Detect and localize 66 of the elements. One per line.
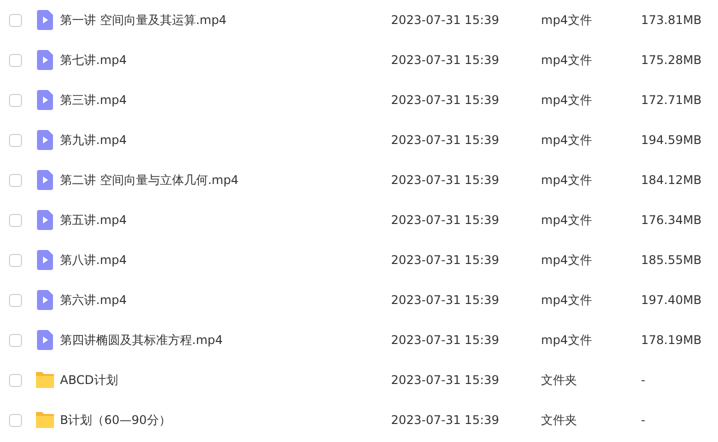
file-name[interactable]: B计划（60—90分） xyxy=(60,411,391,429)
checkbox[interactable] xyxy=(8,294,22,306)
modified-date: 2023-07-31 15:39 xyxy=(391,132,500,149)
file-size: 194.59MB xyxy=(641,132,702,149)
file-size: 178.19MB xyxy=(641,332,702,349)
modified-date: 2023-07-31 15:39 xyxy=(391,52,500,69)
file-name[interactable]: 第四讲椭圆及其标准方程.mp4 xyxy=(60,331,391,349)
checkbox[interactable] xyxy=(8,134,22,146)
file-name[interactable]: 第一讲 空间向量及其运算.mp4 xyxy=(60,11,391,29)
file-size: 197.40MB xyxy=(641,292,702,309)
modified-date: 2023-07-31 15:39 xyxy=(391,172,500,189)
file-type: mp4文件 xyxy=(541,132,593,149)
file-size: 173.81MB xyxy=(641,12,702,29)
file-type: mp4文件 xyxy=(541,52,593,69)
modified-date: 2023-07-31 15:39 xyxy=(391,92,500,109)
file-size: - xyxy=(641,372,646,389)
file-type: mp4文件 xyxy=(541,12,593,29)
video-file-icon xyxy=(37,210,53,230)
checkbox[interactable] xyxy=(8,374,22,386)
checkbox[interactable] xyxy=(8,14,22,26)
file-size: 185.55MB xyxy=(641,252,702,269)
file-type: mp4文件 xyxy=(541,212,593,229)
video-file-icon xyxy=(37,50,53,70)
modified-date: 2023-07-31 15:39 xyxy=(391,412,500,429)
video-file-icon xyxy=(37,170,53,190)
file-type: mp4文件 xyxy=(541,292,593,309)
file-type: mp4文件 xyxy=(541,332,593,349)
checkbox[interactable] xyxy=(8,174,22,186)
checkbox[interactable] xyxy=(8,414,22,426)
video-file-icon xyxy=(37,250,53,270)
file-size: 175.28MB xyxy=(641,52,702,69)
file-size: 184.12MB xyxy=(641,172,702,189)
file-type: mp4文件 xyxy=(541,252,593,269)
file-name[interactable]: 第九讲.mp4 xyxy=(60,131,391,149)
modified-date: 2023-07-31 15:39 xyxy=(391,12,500,29)
file-name[interactable]: 第六讲.mp4 xyxy=(60,291,391,309)
modified-date: 2023-07-31 15:39 xyxy=(391,372,500,389)
file-type: 文件夹 xyxy=(541,372,578,389)
file-size: 172.71MB xyxy=(641,92,702,109)
modified-date: 2023-07-31 15:39 xyxy=(391,292,500,309)
video-file-icon xyxy=(37,10,53,30)
file-name[interactable]: 第五讲.mp4 xyxy=(60,211,391,229)
file-name[interactable]: 第三讲.mp4 xyxy=(60,91,391,109)
modified-date: 2023-07-31 15:39 xyxy=(391,252,500,269)
checkbox[interactable] xyxy=(8,254,22,266)
video-file-icon xyxy=(37,330,53,350)
video-file-icon xyxy=(37,90,53,110)
file-type: mp4文件 xyxy=(541,172,593,189)
file-type: 文件夹 xyxy=(541,412,578,429)
file-name[interactable]: 第八讲.mp4 xyxy=(60,251,391,269)
file-type: mp4文件 xyxy=(541,92,593,109)
modified-date: 2023-07-31 15:39 xyxy=(391,212,500,229)
folder-icon xyxy=(35,411,55,429)
checkbox[interactable] xyxy=(8,214,22,226)
checkbox[interactable] xyxy=(8,334,22,346)
checkbox[interactable] xyxy=(8,94,22,106)
file-size: - xyxy=(641,412,646,429)
file-name[interactable]: ABCD计划 xyxy=(60,371,391,389)
modified-date: 2023-07-31 15:39 xyxy=(391,332,500,349)
file-size: 176.34MB xyxy=(641,212,702,229)
video-file-icon xyxy=(37,130,53,150)
folder-icon xyxy=(35,371,55,389)
video-file-icon xyxy=(37,290,53,310)
file-name[interactable]: 第七讲.mp4 xyxy=(60,51,391,69)
file-name[interactable]: 第二讲 空间向量与立体几何.mp4 xyxy=(60,171,391,189)
checkbox[interactable] xyxy=(8,54,22,66)
